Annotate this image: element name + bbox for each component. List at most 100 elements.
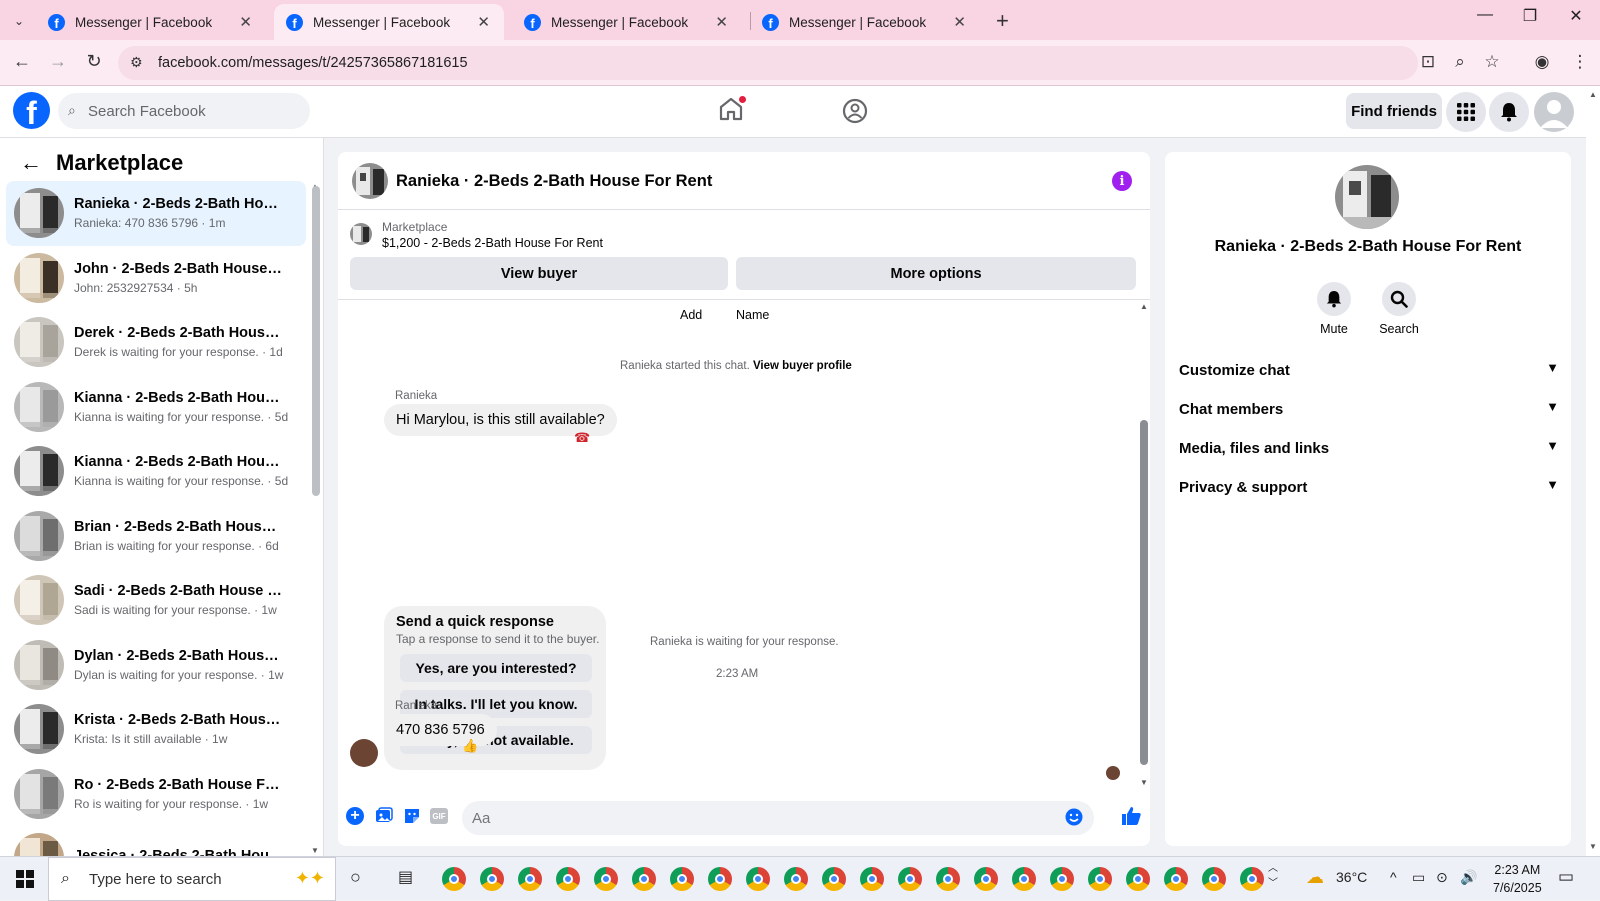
tab-close-icon[interactable]: ✕ — [715, 13, 728, 31]
site-settings-icon[interactable]: ⚙ — [130, 54, 143, 71]
chrome-taskbar-icon[interactable] — [746, 867, 770, 891]
restore-icon[interactable]: ❐ — [1510, 6, 1550, 26]
chrome-taskbar-icon[interactable] — [556, 867, 580, 891]
view-buyer-profile-link[interactable]: View buyer profile — [753, 360, 852, 372]
more-options-button[interactable]: More options — [736, 257, 1136, 290]
message-input[interactable] — [462, 801, 1094, 835]
weather-icon[interactable]: ☁ — [1306, 867, 1324, 888]
chrome-taskbar-icon[interactable] — [518, 867, 542, 891]
facebook-logo-icon[interactable]: f — [13, 92, 50, 129]
listing-price[interactable]: $1,200 - 2-Beds 2-Bath House For Rent — [382, 236, 603, 250]
conversation-item[interactable]: Krista · 2-Beds 2-Bath House For Rent Kri… — [6, 697, 306, 762]
media-files-links-row[interactable]: Media, files and links ▼ — [1179, 430, 1559, 466]
back-arrow-icon[interactable]: ← — [10, 51, 34, 72]
chrome-taskbar-icon[interactable] — [860, 867, 884, 891]
volume-icon[interactable]: 🔊 — [1460, 869, 1477, 886]
new-tab-plus-icon[interactable]: + — [996, 8, 1009, 34]
conversation-item[interactable]: Brian · 2-Beds 2-Bath House For Rent Bria… — [6, 504, 306, 569]
tab-close-icon[interactable]: ✕ — [953, 13, 966, 31]
chrome-taskbar-icon[interactable] — [708, 867, 732, 891]
taskbar-clock[interactable]: 2:23 AM 7/6/2025 — [1493, 861, 1542, 897]
tab-search-chevron-icon[interactable]: ⌄ — [8, 10, 30, 32]
chat-avatar[interactable] — [352, 163, 388, 199]
network-icon[interactable]: ▭ — [1412, 869, 1425, 886]
message-bubble[interactable]: 470 836 5796 — [384, 714, 497, 746]
chrome-taskbar-icon[interactable] — [670, 867, 694, 891]
camera-icon[interactable]: ⊙ — [1436, 869, 1448, 886]
thumbs-up-send-icon[interactable] — [1120, 805, 1142, 827]
add-action-label[interactable]: Add — [680, 308, 702, 322]
listing-thumbnail[interactable] — [350, 223, 372, 245]
browser-menu-icon[interactable]: ⋮ — [1568, 52, 1592, 72]
browser-tab-4[interactable]: f Messenger | Facebook ✕ — [750, 4, 980, 40]
chat-members-row[interactable]: Chat members ▼ — [1179, 391, 1559, 427]
chrome-taskbar-icon[interactable] — [822, 867, 846, 891]
chrome-taskbar-icon[interactable] — [480, 867, 504, 891]
search-icon[interactable] — [1382, 282, 1416, 316]
menu-grid-icon[interactable] — [1446, 92, 1486, 132]
window-close-icon[interactable]: ✕ — [1556, 6, 1596, 26]
notifications-center-icon[interactable]: ▭ — [1558, 867, 1574, 887]
bookmark-star-icon[interactable]: ☆ — [1480, 52, 1504, 72]
scroll-up-arrow-icon[interactable]: ▲ — [1140, 302, 1148, 311]
view-buyer-button[interactable]: View buyer — [350, 257, 728, 290]
browser-tab-1[interactable]: f Messenger | Facebook ✕ — [36, 4, 266, 40]
sidebar-scrollbar[interactable] — [312, 186, 320, 496]
find-friends-button[interactable]: Find friends — [1346, 93, 1442, 129]
show-hidden-icons-icon[interactable]: ^ — [1390, 869, 1397, 885]
task-view-icon[interactable]: ▤ — [398, 867, 413, 887]
details-avatar[interactable] — [1335, 165, 1399, 229]
weather-temp[interactable]: 36°C — [1336, 869, 1367, 885]
chat-scrollbar[interactable]: ▲ ▼ — [1138, 300, 1150, 792]
info-icon[interactable]: i — [1112, 171, 1132, 191]
chrome-taskbar-icon[interactable] — [1126, 867, 1150, 891]
bell-icon[interactable] — [1317, 282, 1351, 316]
search-action[interactable]: Search — [1369, 282, 1429, 336]
name-action-label[interactable]: Name — [736, 308, 769, 322]
facebook-search-input[interactable]: ⌕ Search Facebook — [58, 93, 310, 129]
chrome-taskbar-icon[interactable] — [442, 867, 466, 891]
conversation-item[interactable]: Ro · 2-Beds 2-Bath House For Rent Ro is w… — [6, 762, 306, 827]
conversation-item[interactable]: Sadi · 2-Beds 2-Bath House For Rent Sadi … — [6, 568, 306, 633]
mute-action[interactable]: Mute — [1304, 282, 1364, 336]
chrome-taskbar-icon[interactable] — [1202, 867, 1226, 891]
quick-reply-yes-button[interactable]: Yes, are you interested? — [400, 654, 592, 682]
browser-tab-3[interactable]: f Messenger | Facebook ✕ — [512, 4, 742, 40]
scroll-down-arrow-icon[interactable]: ▼ — [1589, 842, 1597, 851]
install-app-icon[interactable]: ⊡ — [1416, 52, 1440, 72]
conversation-item[interactable]: Kianna · 2-Beds 2-Bath House For Rent Kia… — [6, 375, 306, 440]
zoom-icon[interactable]: ⌕ — [1448, 52, 1472, 72]
customize-chat-row[interactable]: Customize chat ▼ — [1179, 352, 1559, 388]
chrome-taskbar-icon[interactable] — [1240, 867, 1264, 891]
minimize-icon[interactable]: — — [1465, 6, 1505, 24]
chrome-taskbar-icon[interactable] — [1088, 867, 1112, 891]
account-avatar[interactable] — [1534, 92, 1574, 132]
sticker-icon[interactable] — [402, 806, 422, 826]
chrome-taskbar-icon[interactable] — [594, 867, 618, 891]
profile-icon[interactable]: ◉ — [1530, 52, 1554, 72]
back-arrow-icon[interactable]: ← — [20, 150, 42, 176]
address-bar[interactable]: ⚙ facebook.com/messages/t/24257365867181… — [118, 46, 1418, 80]
browser-tab-2[interactable]: f Messenger | Facebook ✕ — [274, 4, 504, 40]
chrome-taskbar-icon[interactable] — [1164, 867, 1188, 891]
conversation-item[interactable]: John · 2-Beds 2-Bath House For Rent John:… — [6, 246, 306, 311]
conversation-item[interactable]: Ranieka · 2-Beds 2-Bath House For Rent Ra… — [6, 181, 306, 246]
privacy-support-row[interactable]: Privacy & support ▼ — [1179, 469, 1559, 505]
chrome-taskbar-icon[interactable] — [784, 867, 808, 891]
chrome-taskbar-icon[interactable] — [1050, 867, 1074, 891]
chrome-taskbar-icon[interactable] — [1012, 867, 1036, 891]
tray-overflow-arrows-icon[interactable]: ︿ ﹀ — [1268, 859, 1278, 889]
chrome-taskbar-icon[interactable] — [898, 867, 922, 891]
reload-icon[interactable]: ↻ — [82, 51, 106, 72]
scroll-down-arrow-icon[interactable]: ▼ — [311, 846, 319, 855]
notifications-bell-icon[interactable] — [1489, 92, 1529, 132]
gif-icon[interactable]: GIF — [430, 808, 448, 824]
scroll-down-arrow-icon[interactable]: ▼ — [1140, 778, 1148, 787]
chrome-taskbar-icon[interactable] — [974, 867, 998, 891]
chat-title[interactable]: Ranieka · 2-Beds 2-Bath House For Rent — [396, 172, 712, 191]
conversation-item[interactable]: Kianna · 2-Beds 2-Bath House For Rent Kia… — [6, 439, 306, 504]
task-view-circle-icon[interactable]: ○ — [350, 867, 361, 888]
chrome-taskbar-icon[interactable] — [936, 867, 960, 891]
chrome-taskbar-icon[interactable] — [632, 867, 656, 891]
groups-icon[interactable] — [842, 98, 868, 124]
